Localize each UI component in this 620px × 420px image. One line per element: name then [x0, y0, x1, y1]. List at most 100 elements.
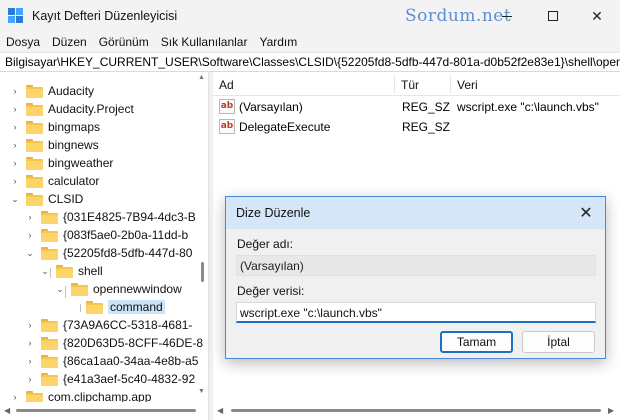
registry-tree[interactable]: › Audacity › Audacity.Project › bingmaps › bing… — [0, 72, 208, 402]
tree-item[interactable]: › {083f5ae0-2b0a-11dd-b — [25, 226, 189, 244]
chevron-down-icon[interactable]: ⌄ — [55, 284, 65, 294]
chevron-right-icon[interactable]: › — [10, 86, 20, 96]
tree-item[interactable]: › Audacity.Project — [10, 100, 134, 118]
list-hscrollbar[interactable]: ◀ ▶ — [213, 402, 620, 420]
tree-scroll-thumb[interactable] — [201, 262, 204, 282]
tree-item[interactable]: › Audacity — [10, 82, 95, 100]
tree-item-label: {73A9A6CC-5318-4681- — [63, 318, 193, 332]
value-row[interactable]: ab (Varsayılan) REG_SZ wscript.exe "c:\l… — [213, 97, 620, 117]
tree-item-label: com.clipchamp.app — [48, 390, 152, 402]
menu-file[interactable]: Dosya — [0, 35, 46, 49]
tree-item[interactable]: › com.clipchamp.app — [10, 388, 151, 402]
tree-item-label: {820D63D5-8CFF-46DE-8 — [63, 336, 204, 350]
chevron-right-icon[interactable]: › — [10, 176, 20, 186]
menu-favorites[interactable]: Sık Kullanılanlar — [155, 35, 254, 49]
value-name-field: (Varsayılan) — [236, 255, 596, 276]
scroll-left-icon[interactable]: ◀ — [217, 406, 223, 415]
chevron-down-icon[interactable]: ⌄ — [25, 248, 35, 258]
column-data-header[interactable]: Veri — [451, 72, 620, 96]
scroll-up-icon[interactable]: ▲ — [198, 74, 205, 81]
folder-icon — [26, 102, 43, 116]
tree-item[interactable]: › {e41a3aef-5c40-4832-92 — [25, 370, 196, 388]
folder-icon — [71, 282, 88, 296]
chevron-right-icon[interactable]: › — [10, 158, 20, 168]
chevron-right-icon[interactable]: › — [25, 230, 35, 240]
tree-item[interactable]: › {73A9A6CC-5318-4681- — [25, 316, 193, 334]
column-type-header[interactable]: Tür — [395, 72, 449, 96]
value-data: wscript.exe "c:\launch.vbs" — [457, 100, 599, 114]
ok-button[interactable]: Tamam — [440, 331, 513, 353]
chevron-down-icon[interactable]: ⌄ — [10, 194, 20, 204]
chevron-right-icon[interactable]: › — [25, 374, 35, 384]
folder-icon — [41, 246, 58, 260]
no-expander — [70, 302, 80, 312]
list-hscroll-thumb[interactable] — [231, 409, 601, 412]
scroll-down-icon[interactable]: ▼ — [198, 388, 205, 395]
close-button[interactable]: ✕ — [574, 0, 620, 32]
chevron-right-icon[interactable]: › — [25, 338, 35, 348]
chevron-right-icon[interactable]: › — [10, 104, 20, 114]
scroll-right-icon[interactable]: ▶ — [608, 406, 614, 415]
tree-hscroll-thumb[interactable] — [16, 409, 196, 412]
chevron-right-icon[interactable]: › — [25, 356, 35, 366]
tree-item-label: Audacity.Project — [48, 102, 134, 116]
tree-connector — [80, 304, 81, 312]
tree-scrollbar[interactable]: ▲ ▼ — [196, 72, 208, 402]
tree-item-label: bingweather — [48, 156, 114, 170]
tree-item[interactable]: › {031E4825-7B94-4dc3-B — [25, 208, 196, 226]
tree-item-label: Audacity — [48, 84, 95, 98]
tree-connector — [50, 268, 51, 278]
tree-connector — [65, 286, 66, 298]
tree-hscrollbar[interactable]: ◀ — [0, 402, 208, 420]
tree-item-label: shell — [78, 264, 103, 278]
folder-icon — [26, 390, 43, 402]
folder-icon — [86, 300, 103, 314]
tree-item[interactable]: › bingnews — [10, 136, 99, 154]
chevron-right-icon[interactable]: › — [25, 320, 35, 330]
folder-icon — [26, 192, 43, 206]
address-bar[interactable]: Bilgisayar\HKEY_CURRENT_USER\Software\Cl… — [0, 52, 620, 72]
tree-item-label: {031E4825-7B94-4dc3-B — [63, 210, 196, 224]
tree-item[interactable]: › {86ca1aa0-34aa-4e8b-a5 — [25, 352, 199, 370]
dialog-close-button[interactable]: ✕ — [572, 201, 600, 225]
list-header: Ad Tür Veri — [213, 72, 620, 96]
tree-item[interactable]: command — [70, 298, 165, 316]
dialog-title-bar[interactable]: Dize Düzenle ✕ — [226, 197, 605, 229]
tree-item[interactable]: › bingmaps — [10, 118, 101, 136]
chevron-down-icon[interactable]: ⌄ — [40, 266, 50, 276]
folder-icon — [56, 264, 73, 278]
menu-help[interactable]: Yardım — [253, 35, 303, 49]
folder-icon — [26, 84, 43, 98]
column-name-header[interactable]: Ad — [213, 72, 393, 96]
tree-item[interactable]: › {820D63D5-8CFF-46DE-8 — [25, 334, 204, 352]
chevron-right-icon[interactable]: › — [10, 122, 20, 132]
tree-item[interactable]: ⌄ opennewwindow — [55, 280, 182, 298]
maximize-button[interactable] — [530, 0, 576, 32]
tree-item[interactable]: ⌄ CLSID — [10, 190, 83, 208]
address-path[interactable]: Bilgisayar\HKEY_CURRENT_USER\Software\Cl… — [5, 55, 620, 69]
menu-edit[interactable]: Düzen — [46, 35, 93, 49]
chevron-right-icon[interactable]: › — [10, 140, 20, 150]
minimize-button[interactable] — [484, 0, 530, 32]
value-data-input[interactable]: wscript.exe "c:\launch.vbs" — [236, 302, 596, 323]
value-row[interactable]: ab DelegateExecute REG_SZ — [213, 117, 620, 137]
value-name: (Varsayılan) — [239, 100, 303, 114]
tree-item-label: {083f5ae0-2b0a-11dd-b — [63, 228, 189, 242]
chevron-right-icon[interactable]: › — [10, 392, 20, 402]
folder-icon — [41, 228, 58, 242]
tree-item-label: opennewwindow — [93, 282, 182, 296]
menu-view[interactable]: Görünüm — [93, 35, 155, 49]
tree-item-label: calculator — [48, 174, 100, 188]
folder-icon — [41, 354, 58, 368]
cancel-button[interactable]: İptal — [522, 331, 595, 353]
registry-editor-icon — [8, 8, 24, 24]
tree-item-label: {52205fd8-5dfb-447d-80 — [63, 246, 193, 260]
chevron-right-icon[interactable]: › — [25, 212, 35, 222]
tree-item[interactable]: › calculator — [10, 172, 100, 190]
menu-bar: Dosya Düzen Görünüm Sık Kullanılanlar Ya… — [0, 32, 620, 52]
folder-icon — [26, 138, 43, 152]
tree-item[interactable]: › bingweather — [10, 154, 114, 172]
scroll-left-icon[interactable]: ◀ — [4, 406, 10, 415]
tree-item[interactable]: ⌄ {52205fd8-5dfb-447d-80 — [25, 244, 192, 262]
edit-string-dialog: Dize Düzenle ✕ Değer adı: (Varsayılan) D… — [225, 196, 606, 359]
